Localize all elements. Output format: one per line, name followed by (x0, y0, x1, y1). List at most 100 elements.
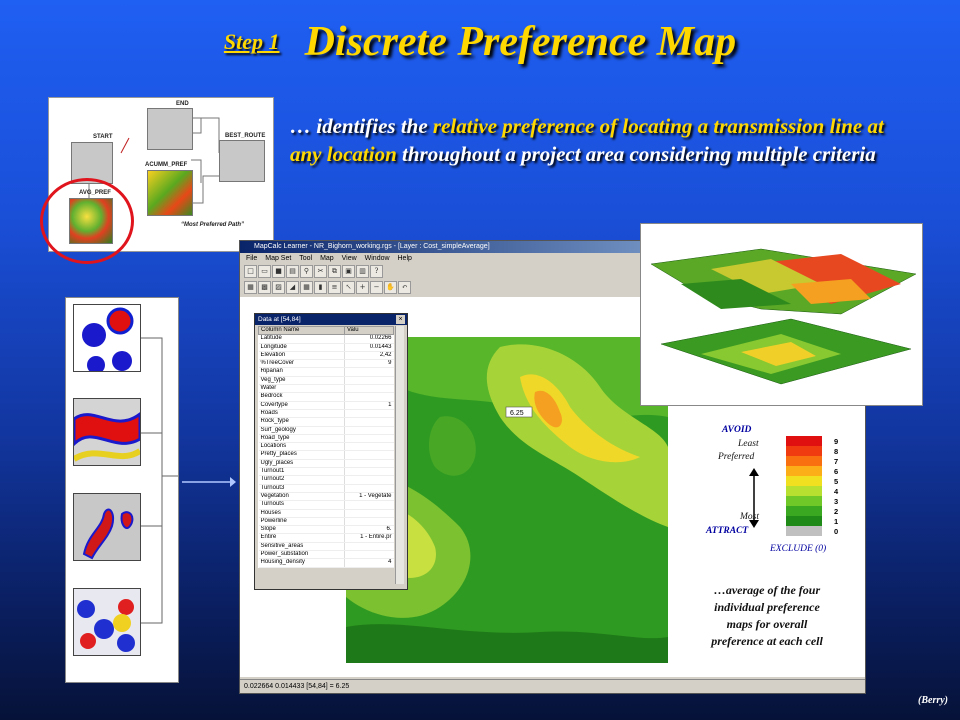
criteria-map-1 (73, 304, 141, 374)
row-name: Riparian (258, 367, 345, 377)
status-bar: 0.022664 0.014433 [54,84] = 6.25 (240, 679, 865, 693)
table-row[interactable]: Houses (258, 509, 394, 518)
save-icon[interactable]: ■ (272, 265, 285, 278)
legend-tick: 4 (834, 487, 839, 496)
legend-tick: 6 (834, 467, 838, 476)
legend-tick: 8 (834, 447, 838, 456)
tile-icon[interactable]: ▥ (356, 265, 369, 278)
acumm-pref-label: ACUMM_PREF (145, 162, 188, 168)
table-row[interactable]: Latitude 0.02266 (258, 334, 394, 344)
table-row[interactable]: %TreeCover 9 (258, 359, 394, 369)
surface-icon[interactable]: ◢ (286, 281, 299, 294)
table-row[interactable]: Turnout3 (258, 484, 394, 493)
legend-icon[interactable]: ≡ (328, 281, 341, 294)
cell-data-dialog[interactable]: Data at [54,84] × Column Name Valu Latit… (254, 313, 408, 590)
new-icon[interactable]: □ (244, 265, 257, 278)
table-row[interactable]: Slope 6. (258, 525, 394, 535)
menu-tool[interactable]: Tool (299, 255, 312, 262)
table-row[interactable]: Powerline (258, 517, 394, 527)
legend-tick: 3 (834, 497, 838, 506)
table-row[interactable]: Elevation 2,42 (258, 351, 394, 361)
best-route-box (219, 140, 265, 182)
table-row[interactable]: Rock_type (258, 417, 394, 427)
column-name-header[interactable]: Column Name (258, 325, 345, 336)
cut-icon[interactable]: ✂ (314, 265, 327, 278)
row-name: Rock_type (258, 417, 345, 427)
pan-icon[interactable]: ✋ (384, 281, 397, 294)
row-name: Slope (258, 525, 345, 535)
table-row[interactable]: Roads (258, 409, 394, 419)
row-value (344, 550, 394, 560)
table-row[interactable]: Riparian (258, 367, 394, 377)
row-value: 1 - Vegetate (344, 492, 394, 502)
table-row[interactable]: Vegetation 1 - Vegetate (258, 492, 394, 502)
grid-icon[interactable]: ▩ (258, 281, 271, 294)
table-row[interactable]: Entire 1 - Entire.pr (258, 533, 394, 543)
chart-icon[interactable]: ▮ (314, 281, 327, 294)
row-name: Powerline (258, 517, 345, 527)
menu-map[interactable]: Map (320, 255, 334, 262)
cell-data-table: Column Name Valu Latitude 0.02266 Longitud… (258, 325, 394, 568)
table-row[interactable]: Pretty_places (258, 450, 394, 460)
undo-icon[interactable]: ↶ (398, 281, 411, 294)
row-name: Turnout2 (258, 475, 345, 485)
table-row[interactable]: Water (258, 384, 394, 394)
legend-avoid: AVOID (722, 425, 752, 435)
table-row[interactable]: Locations (258, 442, 394, 452)
table-row[interactable]: Veg_type (258, 376, 394, 386)
close-icon[interactable]: × (396, 315, 405, 324)
lattice-icon[interactable]: ▦ (300, 281, 313, 294)
row-value (344, 434, 394, 444)
menu-map-set[interactable]: Map Set (265, 255, 291, 262)
zoom-in-icon[interactable]: + (356, 281, 369, 294)
dialog-scrollbar[interactable] (395, 326, 404, 584)
open-icon[interactable]: ▭ (258, 265, 271, 278)
find-icon[interactable]: ⚲ (300, 265, 313, 278)
table-row[interactable]: Surf_geology (258, 426, 394, 435)
row-name: Locations (258, 442, 345, 452)
table-row[interactable]: Housing_density 4 (258, 558, 394, 568)
row-name: Roads (258, 409, 345, 419)
right-arrow-icon (182, 474, 236, 493)
table-row[interactable]: Turnout1 (258, 467, 394, 477)
row-name: Surf_geology (258, 426, 345, 435)
criteria-map-4 (73, 588, 141, 656)
menu-view[interactable]: View (342, 255, 357, 262)
row-value: 9 (344, 359, 394, 369)
pointer-icon[interactable]: ↖ (342, 281, 355, 294)
title-text: Discrete Preference Map (304, 19, 737, 65)
intro-text: … identifies the relative preference of … (290, 112, 900, 168)
table-row[interactable]: Road_type (258, 434, 394, 444)
legend-swatch (786, 526, 822, 536)
layer-icon[interactable]: ▦ (244, 281, 257, 294)
best-route-label: BEST_ROUTE (225, 133, 266, 139)
table-row[interactable]: Covertype 1 (258, 401, 394, 410)
menu-file[interactable]: File (246, 255, 257, 262)
table-row[interactable]: Bedrock (258, 392, 394, 402)
column-value-header[interactable]: Valu (344, 325, 394, 336)
shade-icon[interactable]: ▨ (272, 281, 285, 294)
legend-swatch (786, 446, 822, 456)
table-row[interactable]: Turnouts (258, 500, 394, 510)
row-name: %TreeCover (258, 359, 345, 369)
row-name: Sensitive_areas (258, 542, 345, 552)
menu-window[interactable]: Window (365, 255, 390, 262)
intro-part-3: throughout a project area considering mu… (396, 142, 876, 166)
paste-icon[interactable]: ▣ (342, 265, 355, 278)
row-value (344, 542, 394, 552)
table-row[interactable]: Power_substation (258, 550, 394, 560)
legend-tick: 7 (834, 457, 838, 466)
legend-swatch (786, 486, 822, 496)
table-row[interactable]: Turnout2 (258, 475, 394, 485)
table-row[interactable]: Longitude 0.01443 (258, 343, 394, 352)
zoom-out-icon[interactable]: − (370, 281, 383, 294)
print-icon[interactable]: ▤ (286, 265, 299, 278)
help-icon[interactable]: ? (370, 265, 383, 278)
row-name: Water (258, 384, 345, 394)
menu-help[interactable]: Help (398, 255, 412, 262)
table-row[interactable]: Sensitive_areas (258, 542, 394, 552)
legend-tick: 0 (834, 527, 838, 536)
criteria-map-2 (72, 398, 142, 466)
table-row[interactable]: Ugly_places (258, 459, 394, 469)
copy-icon[interactable]: ⧉ (328, 265, 341, 278)
